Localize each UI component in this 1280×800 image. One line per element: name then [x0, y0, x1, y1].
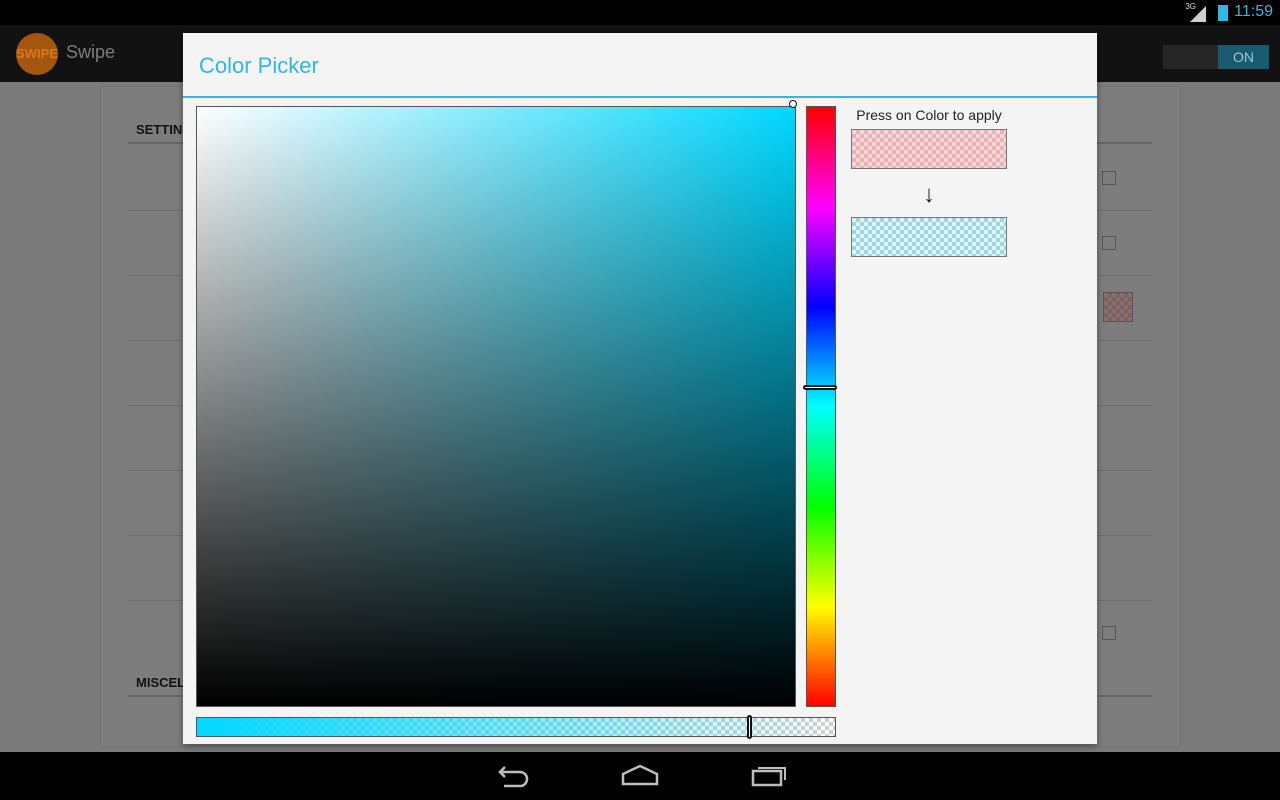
app-title: Swipe [66, 42, 116, 62]
apply-hint: Press on Color to apply [856, 107, 1002, 123]
dialog-title: Color Picker [199, 53, 319, 78]
down-arrow-icon: ↓ [923, 181, 935, 208]
setting-checkbox[interactable] [1102, 171, 1116, 185]
clock: 11:59 [1234, 3, 1273, 20]
alpha-slider-handle[interactable] [747, 715, 752, 739]
saturation-value-panel[interactable] [196, 106, 796, 707]
hue-slider-handle[interactable] [803, 385, 837, 390]
back-icon[interactable] [492, 762, 532, 790]
hue-slider[interactable] [806, 106, 836, 707]
alpha-slider[interactable] [196, 717, 836, 737]
section-header-misc: MISCEL [136, 675, 186, 690]
color-picker-dialog: Color Picker Press on Color to apply ↓ [183, 33, 1097, 744]
recents-icon[interactable] [748, 762, 788, 790]
app-logo: SWIPE [16, 33, 58, 75]
battery-icon [1218, 5, 1228, 21]
setting-checkbox[interactable] [1102, 236, 1116, 250]
setting-color-swatch[interactable] [1103, 292, 1133, 322]
navigation-bar [0, 752, 1280, 800]
dialog-title-divider [183, 96, 1097, 98]
section-header-settings: SETTIN [136, 122, 183, 137]
toggle-on-label: ON [1218, 45, 1269, 69]
status-bar: 3G 11:59 [0, 0, 1280, 25]
new-color-swatch[interactable] [851, 217, 1007, 257]
master-toggle[interactable]: ON [1163, 45, 1269, 69]
old-color-swatch[interactable] [851, 129, 1007, 169]
home-icon[interactable] [620, 762, 660, 790]
setting-checkbox[interactable] [1102, 626, 1116, 640]
signal-icon [1190, 6, 1206, 22]
saturation-value-handle[interactable] [789, 100, 797, 108]
